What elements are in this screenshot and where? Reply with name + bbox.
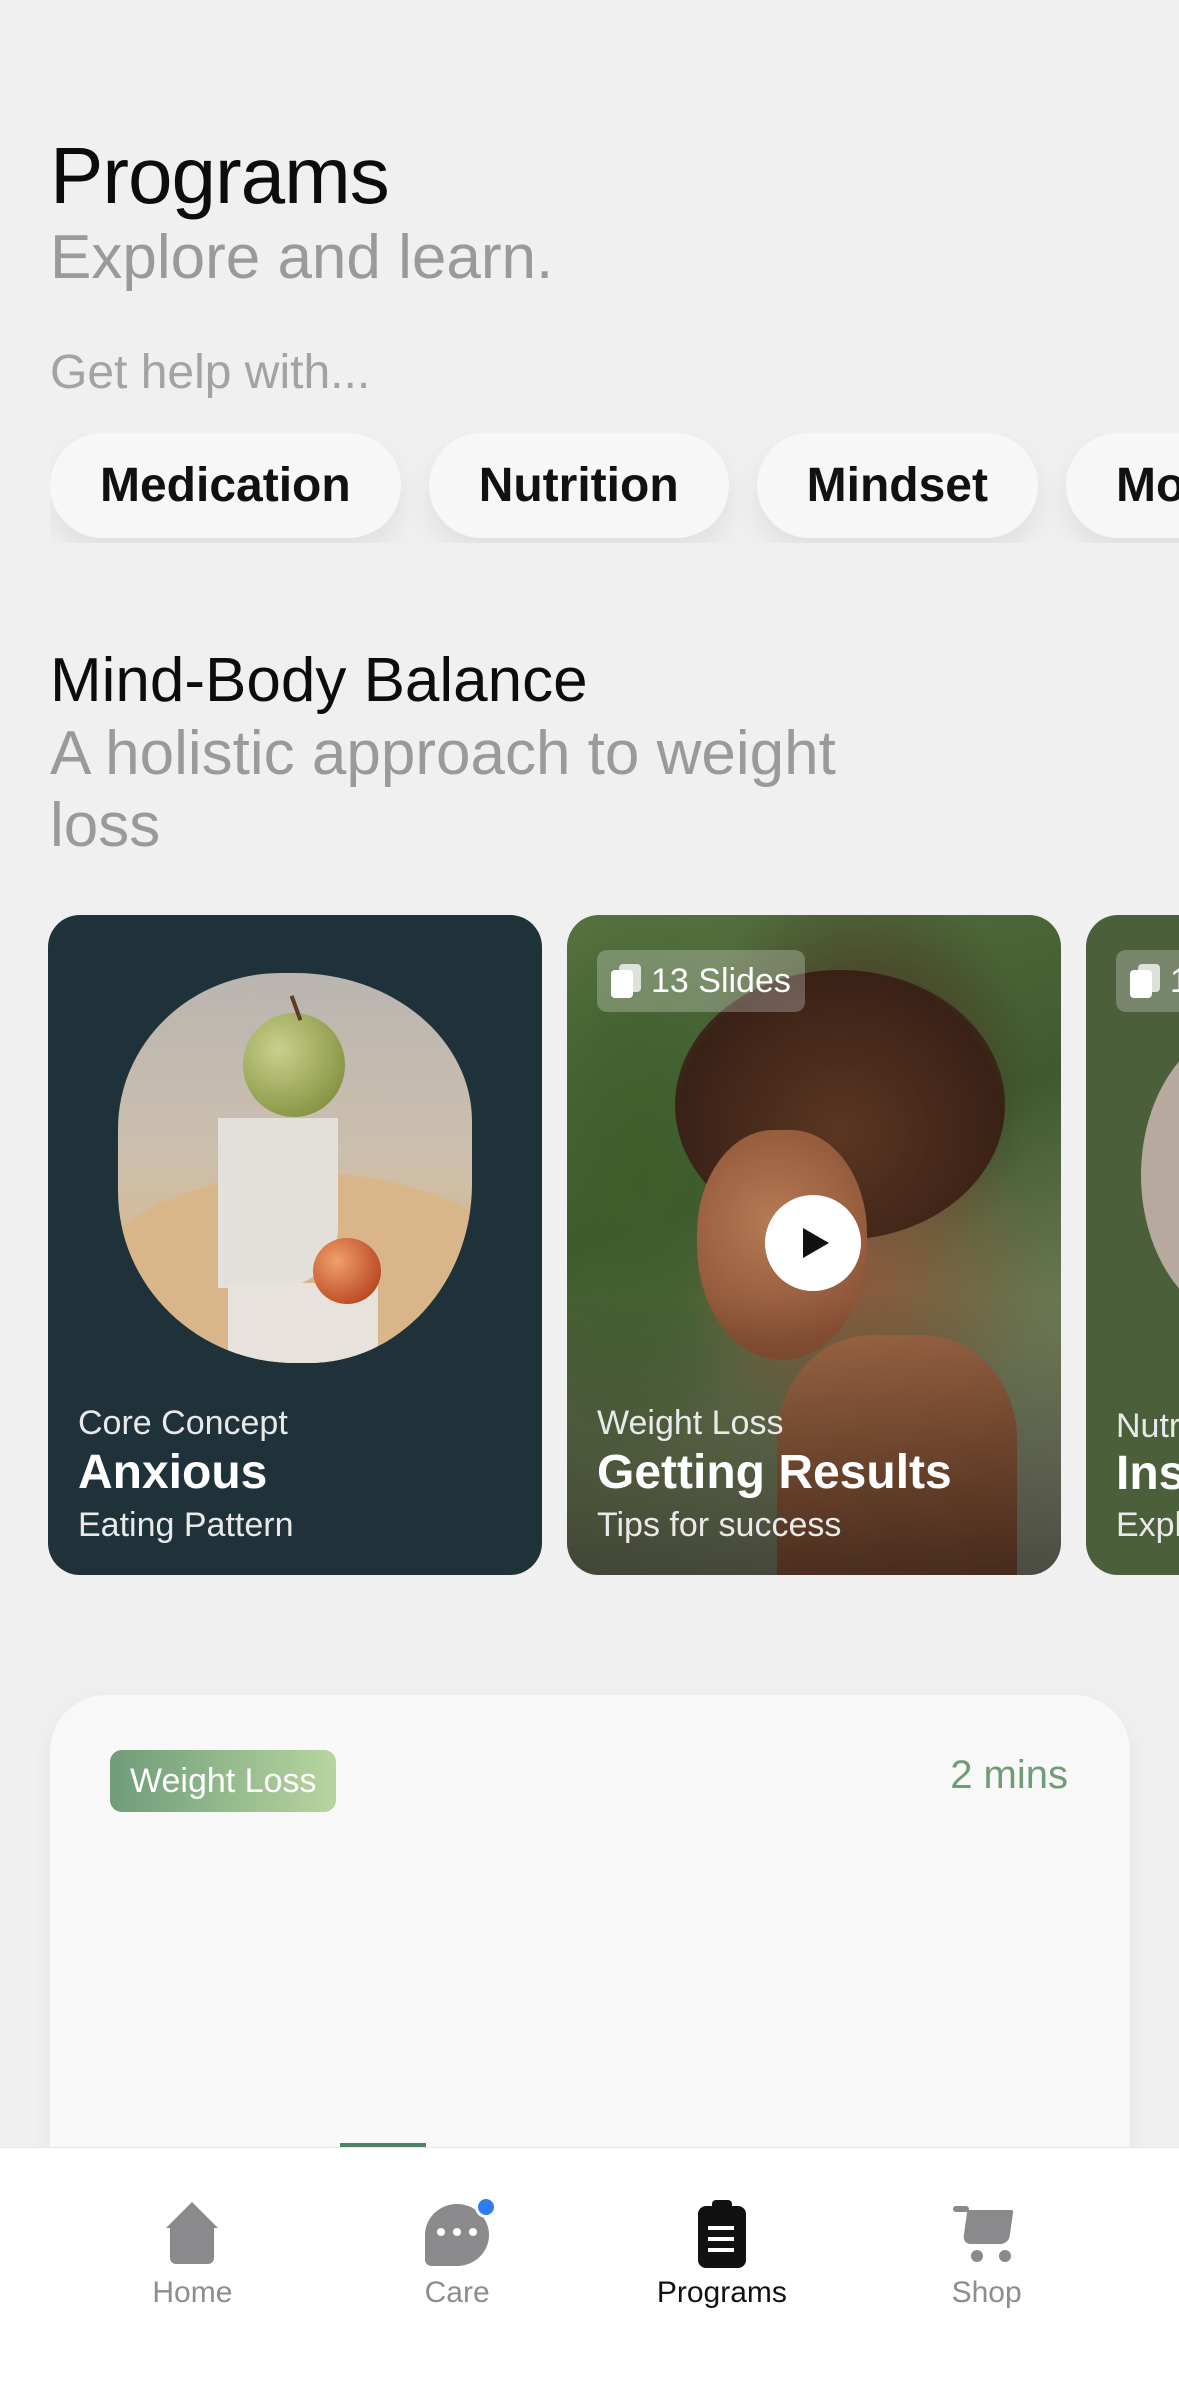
card-kicker: Core Concept (78, 1404, 288, 1442)
cart-icon (951, 2198, 1023, 2270)
slides-badge: 13 Slides (597, 950, 805, 1012)
card-text: Weight Loss Getting Results Tips for suc… (597, 1404, 952, 1545)
card-kicker: Nutr (1116, 1407, 1179, 1445)
card-text: Nutr Ins Los Expl (1116, 1407, 1179, 1545)
section-subtitle: A holistic approach to weight loss (50, 719, 836, 860)
card-description: Expl (1116, 1506, 1179, 1544)
card-title: Getting Results (597, 1446, 952, 1499)
chip-nutrition[interactable]: Nutrition (428, 433, 729, 538)
help-label: Get help with... (50, 346, 371, 399)
tab-label: Care (424, 2276, 490, 2309)
tab-label: Home (152, 2276, 233, 2309)
clipboard-icon (686, 2198, 758, 2270)
chip-mindset[interactable]: Mindset (756, 433, 1038, 538)
tab-care[interactable]: Care (357, 2148, 557, 2396)
program-carousel[interactable]: Core Concept Anxious Eating Pattern 13 S… (48, 915, 1179, 1575)
card-kicker: Weight Loss (597, 1404, 784, 1442)
tab-shop[interactable]: Shop (887, 2148, 1087, 2396)
slides-icon (611, 964, 641, 998)
orange-shape (313, 1238, 381, 1304)
lesson-tag: Weight Loss (110, 1750, 337, 1812)
topic-chips: Medication Nutrition Mindset Mov (50, 433, 1179, 543)
chat-bubble-icon (421, 2196, 498, 2270)
tab-label: Programs (656, 2276, 787, 2309)
card-description: Tips for success (597, 1506, 842, 1544)
section-title: Mind-Body Balance (50, 646, 588, 715)
slides-badge: 1 (1116, 950, 1179, 1012)
card-image (1141, 1025, 1179, 1325)
program-card-partial[interactable]: 1 Nutr Ins Los Expl (1086, 915, 1179, 1575)
lesson-duration: 2 mins (950, 1753, 1068, 1797)
tab-programs[interactable]: Programs (622, 2148, 822, 2396)
slides-count: 1 (1170, 962, 1179, 1001)
bottom-tab-bar: Home Care Programs Shop (0, 2147, 1179, 2396)
card-title: Ins Los (1116, 1447, 1179, 1500)
slides-count: 13 Slides (651, 961, 791, 1000)
tab-label: Shop (951, 2276, 1022, 2309)
page-title: Programs (50, 131, 390, 220)
home-icon (156, 2198, 228, 2270)
chip-movement[interactable]: Mov (1065, 433, 1179, 538)
card-description: Eating Pattern (78, 1506, 294, 1544)
card-text: Core Concept Anxious Eating Pattern (78, 1404, 293, 1545)
tab-home[interactable]: Home (92, 2148, 292, 2396)
card-title: Anxious (78, 1446, 268, 1499)
program-card-anxious[interactable]: Core Concept Anxious Eating Pattern (48, 915, 542, 1575)
slides-icon (1130, 964, 1160, 998)
chip-medication[interactable]: Medication (50, 433, 401, 538)
notification-dot (475, 2196, 498, 2218)
program-card-getting-results[interactable]: 13 Slides Weight Loss Getting Results Ti… (567, 915, 1061, 1575)
page-subtitle: Explore and learn. (50, 223, 554, 292)
apple-shape (243, 1013, 345, 1117)
play-icon[interactable] (765, 1195, 861, 1291)
still-life-image (118, 973, 472, 1363)
